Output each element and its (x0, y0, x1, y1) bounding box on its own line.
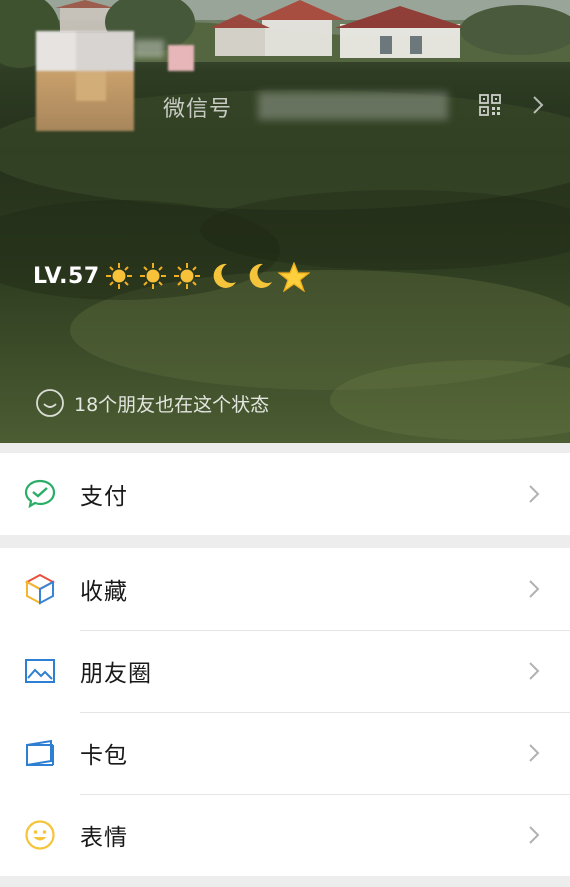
section-divider (0, 443, 570, 453)
menu-label: 表情 (80, 825, 128, 851)
qr-code-icon[interactable] (479, 94, 501, 116)
profile-header[interactable]: 微信号 LV.57 18个朋友也在这个状态 (0, 0, 570, 443)
wechat-id-value (258, 92, 448, 120)
card-wallet-icon (26, 739, 54, 767)
chevron-right-icon (529, 662, 540, 680)
menu-item-favorites[interactable]: 收藏 (0, 548, 570, 630)
menu-item-stickers[interactable]: 表情 (0, 794, 570, 876)
menu-item-moments[interactable]: 朋友圈 (0, 630, 570, 712)
status-sun-icon (138, 262, 168, 290)
menu-label: 收藏 (80, 579, 128, 605)
chevron-right-icon (533, 96, 544, 114)
chevron-right-icon (529, 580, 540, 598)
chevron-right-icon (529, 826, 540, 844)
menu-item-pay[interactable]: 支付 (0, 453, 570, 535)
status-line[interactable]: LV.57 (33, 261, 311, 293)
moments-image-icon (25, 659, 55, 683)
friends-status[interactable]: 18个朋友也在这个状态 (35, 388, 269, 418)
menu-label: 卡包 (80, 743, 128, 769)
menu-item-cards[interactable]: 卡包 (0, 712, 570, 794)
status-text: LV.57 (33, 263, 100, 289)
status-moon-icon (206, 262, 238, 290)
status-moon-icon (242, 262, 274, 290)
status-star-icon (276, 261, 311, 293)
smile-icon (36, 389, 64, 417)
status-sun-icon (104, 262, 134, 290)
chevron-right-icon (529, 485, 540, 503)
nickname (134, 40, 164, 58)
wechat-pay-icon (24, 479, 56, 509)
friends-status-text: 18个朋友也在这个状态 (74, 393, 270, 416)
section-divider (0, 535, 570, 548)
avatar-badge (168, 45, 194, 71)
avatar[interactable] (36, 31, 134, 131)
wechat-id-label: 微信号 (163, 97, 233, 122)
menu-group-pay: 支付 (0, 453, 570, 535)
sticker-smile-icon (25, 820, 55, 850)
menu-group-main: 收藏 朋友圈 卡包 表情 (0, 548, 570, 876)
status-sun-icon (172, 262, 202, 290)
menu-label: 朋友圈 (80, 661, 152, 687)
favorites-cube-icon (25, 573, 55, 605)
chevron-right-icon (529, 744, 540, 762)
menu-label: 支付 (80, 484, 128, 510)
